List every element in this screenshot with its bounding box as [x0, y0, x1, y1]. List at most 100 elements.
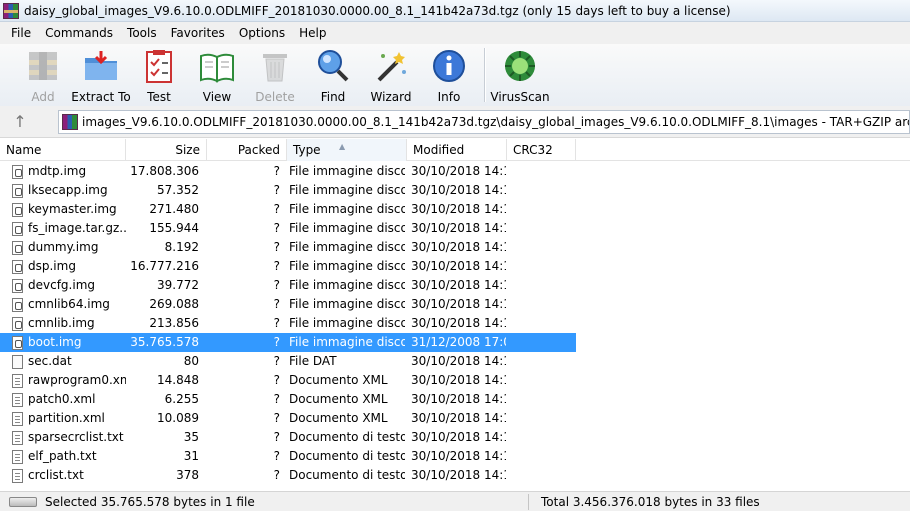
file-icon	[12, 240, 23, 255]
file-type: File immagine disco	[289, 240, 405, 254]
file-row[interactable]: cmnlib64.img 269.088? File immagine disco 3…	[0, 295, 910, 314]
file-modified: 30/10/2018 14:10	[411, 373, 506, 387]
test-label: Test	[147, 90, 171, 104]
column-size[interactable]: Size	[126, 139, 207, 161]
file-row[interactable]: cmnlib.img 213.856? File immagine disco 30/…	[0, 314, 910, 333]
virusscan-button[interactable]: VirusScan	[490, 44, 550, 104]
file-type: File immagine disco	[289, 297, 405, 311]
file-row[interactable]: boot.img 35.765.578? File immagine disco 31…	[0, 333, 576, 352]
menu-tools[interactable]: Tools	[120, 23, 164, 43]
file-row[interactable]: patch0.xml 6.255? Documento XML 30/10/2018 …	[0, 390, 910, 409]
file-size: 155.944	[149, 221, 199, 235]
file-packed: ?	[273, 411, 280, 425]
trash-icon	[257, 48, 293, 84]
file-row[interactable]: crclist.txt 378? Documento di testo 30/10/2…	[0, 466, 910, 485]
view-label: View	[202, 90, 232, 104]
title-bar: daisy_global_images_V9.6.10.0.ODLMIFF_20…	[0, 0, 910, 22]
file-row[interactable]: dummy.img 8.192? File immagine disco 30/10/…	[0, 238, 910, 257]
file-modified: 30/10/2018 14:10	[411, 316, 506, 330]
file-row[interactable]: sparsecrclist.txt 35? Documento di testo 30…	[0, 428, 910, 447]
info-label: Info	[437, 90, 461, 104]
file-packed: ?	[273, 164, 280, 178]
up-arrow-icon[interactable]: ↑	[0, 108, 40, 136]
file-modified: 30/10/2018 14:10	[411, 468, 506, 482]
find-button[interactable]: Find	[304, 44, 362, 104]
file-size: 57.352	[157, 183, 199, 197]
add-button[interactable]: Add	[14, 44, 72, 104]
file-icon	[12, 468, 23, 483]
file-size: 35.765.578	[130, 335, 199, 349]
file-icon	[12, 392, 23, 407]
file-icon	[12, 335, 23, 350]
magnifier-icon	[315, 48, 351, 84]
file-type: File immagine disco	[289, 335, 405, 349]
extract-to-button[interactable]: Extract To	[71, 44, 131, 104]
file-name-cell: lksecapp.img	[0, 181, 126, 200]
drive-icon	[9, 496, 37, 507]
file-row[interactable]: lksecapp.img 57.352? File immagine disco 30…	[0, 181, 910, 200]
file-size: 14.848	[157, 373, 199, 387]
menu-options[interactable]: Options	[232, 23, 292, 43]
info-button[interactable]: Info	[420, 44, 478, 104]
file-size: 35	[183, 430, 199, 444]
file-type: File immagine disco	[289, 221, 405, 235]
status-divider	[528, 493, 529, 510]
delete-label: Delete	[255, 90, 295, 104]
file-packed: ?	[273, 278, 280, 292]
file-row[interactable]: partition.xml 10.089? Documento XML 30/10/2…	[0, 409, 910, 428]
menu-bar: File Commands Tools Favorites Options He…	[0, 22, 910, 44]
column-modified[interactable]: Modified	[407, 139, 507, 161]
file-packed: ?	[273, 316, 280, 330]
column-type[interactable]: ▲ Type	[287, 139, 407, 161]
file-row[interactable]: devcfg.img 39.772? File immagine disco 30/1…	[0, 276, 910, 295]
menu-help[interactable]: Help	[292, 23, 333, 43]
menu-commands[interactable]: Commands	[38, 23, 120, 43]
file-name: partition.xml	[28, 411, 105, 425]
winrar-app-icon[interactable]	[3, 2, 19, 19]
file-type: File immagine disco	[289, 202, 405, 216]
file-name: fs_image.tar.gz....	[28, 221, 126, 235]
file-packed: ?	[273, 449, 280, 463]
file-name-cell: fs_image.tar.gz....	[0, 219, 126, 238]
file-packed: ?	[273, 392, 280, 406]
test-button[interactable]: Test	[130, 44, 188, 104]
file-row[interactable]: fs_image.tar.gz.... 155.944? File immagine…	[0, 219, 910, 238]
wizard-button[interactable]: Wizard	[362, 44, 420, 104]
file-modified: 30/10/2018 14:10	[411, 259, 506, 273]
file-size: 10.089	[157, 411, 199, 425]
file-row[interactable]: sec.dat 80? File DAT 30/10/2018 14:10	[0, 352, 910, 371]
path-field[interactable]: images_V9.6.10.0.ODLMIFF_20181030.0000.0…	[58, 110, 910, 134]
column-crc32[interactable]: CRC32	[507, 139, 576, 161]
file-name-cell: keymaster.img	[0, 200, 126, 219]
checklist-icon	[141, 48, 177, 84]
file-name: sparsecrclist.txt	[28, 430, 124, 444]
column-type-label: Type	[293, 143, 321, 157]
file-row[interactable]: rawprogram0.xml 14.848? Documento XML 30/10…	[0, 371, 910, 390]
file-packed: ?	[273, 183, 280, 197]
file-type: File immagine disco	[289, 183, 405, 197]
file-name-cell: partition.xml	[0, 409, 126, 428]
menu-file[interactable]: File	[4, 23, 38, 43]
file-packed: ?	[273, 297, 280, 311]
file-icon	[12, 354, 23, 369]
info-icon	[431, 48, 467, 84]
file-name: mdtp.img	[28, 164, 87, 178]
file-type: Documento di testo	[289, 449, 405, 463]
file-size: 6.255	[164, 392, 199, 406]
file-row[interactable]: dsp.img 16.777.216? File immagine disco 30/…	[0, 257, 910, 276]
column-packed[interactable]: Packed	[207, 139, 287, 161]
file-icon	[12, 430, 23, 445]
file-row[interactable]: mdtp.img 17.808.306? File immagine disco 30…	[0, 162, 910, 181]
file-name: keymaster.img	[28, 202, 117, 216]
column-name[interactable]: Name	[0, 139, 126, 161]
book-icon	[199, 48, 235, 84]
file-row[interactable]: elf_path.txt 31? Documento di testo 30/10/2…	[0, 447, 910, 466]
menu-favorites[interactable]: Favorites	[164, 23, 232, 43]
file-name: dsp.img	[28, 259, 76, 273]
wizard-label: Wizard	[370, 90, 412, 104]
delete-button[interactable]: Delete	[246, 44, 304, 104]
file-row[interactable]: keymaster.img 271.480? File immagine disco…	[0, 200, 910, 219]
view-button[interactable]: View	[188, 44, 246, 104]
file-list-header: Name Size Packed ▲ Type Modified CRC32	[0, 139, 910, 161]
status-selected: Selected 35.765.578 bytes in 1 file	[45, 494, 255, 509]
